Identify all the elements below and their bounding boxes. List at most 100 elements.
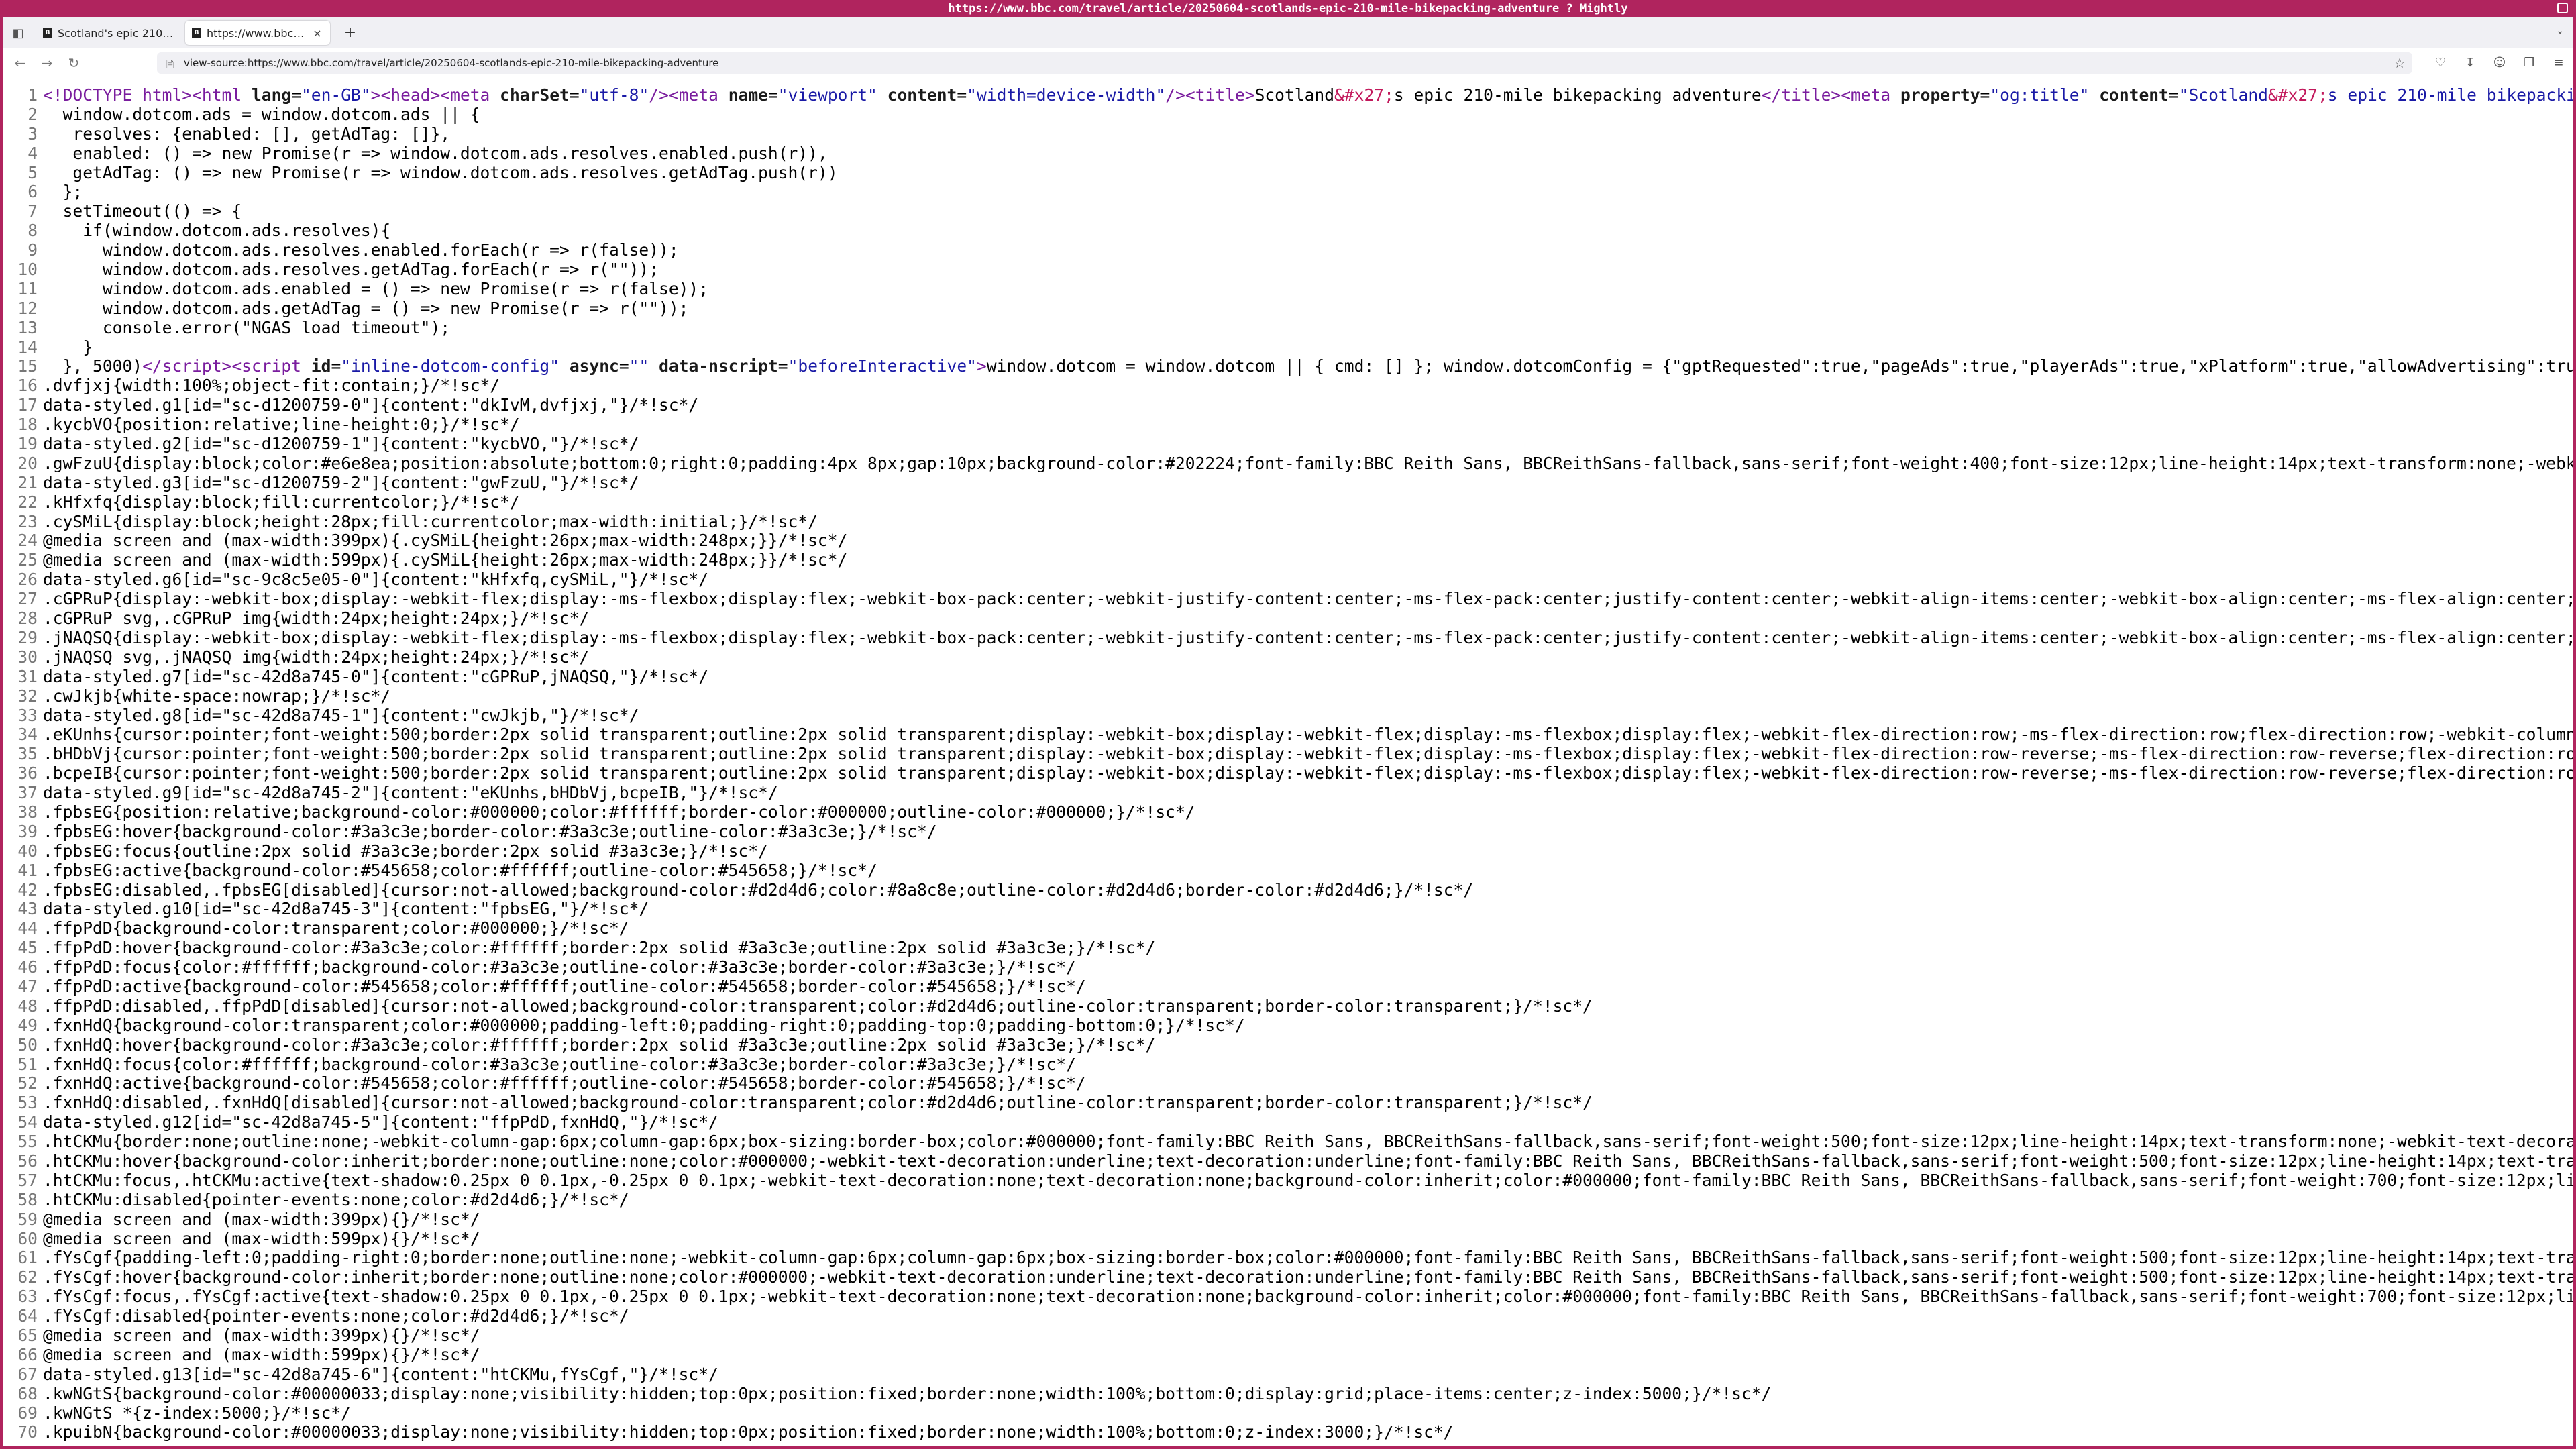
menu-icon[interactable]: ≡ (2549, 54, 2568, 72)
view-source-content[interactable]: 1 <!DOCTYPE html><html lang="en-GB"><head… (3, 86, 2573, 1446)
line-number: 42 (17, 879, 38, 900)
line-number: 57 (17, 1170, 38, 1190)
maximize-icon[interactable] (2557, 3, 2568, 13)
source-line: 38 .fpbsEG{position:relative;background-c… (3, 802, 2573, 822)
line-number: 3 (28, 123, 38, 144)
url-bar[interactable]: 🖹 view-source:https://www.bbc.com/travel… (157, 52, 2412, 74)
line-number: 12 (17, 298, 38, 318)
tab-scotland-article[interactable]: B Scotland's epic 210-mile (36, 21, 181, 45)
source-line: 28 .cGPRuP svg,.cGPRuP img{width:24px;hei… (3, 608, 2573, 629)
line-number: 32 (17, 686, 38, 706)
pocket-icon[interactable]: ♡ (2431, 54, 2450, 72)
source-line: 7 setTimeout(() => { (3, 201, 2573, 221)
window-title: https://www.bbc.com/travel/article/20250… (948, 2, 1628, 15)
source-code-text: if(window.dotcom.ads.resolves){ (43, 221, 391, 241)
source-code-text: setTimeout(() => { (43, 202, 242, 221)
line-number: 70 (17, 1422, 38, 1442)
line-number: 30 (17, 647, 38, 667)
window-titlebar[interactable]: https://www.bbc.com/travel/article/20250… (0, 0, 2576, 17)
source-line: 43 data-styled.g10[id="sc-42d8a745-3"]{co… (3, 900, 2573, 919)
source-line: 50 .fxnHdQ:hover{background-color:#3a3c3e… (3, 1035, 2573, 1055)
source-line: 9 window.dotcom.ads.resolves.enabled.for… (3, 240, 2573, 260)
source-line: 54 data-styled.g12[id="sc-42d8a745-5"]{co… (3, 1112, 2573, 1132)
line-number: 35 (17, 744, 38, 764)
reload-icon[interactable]: ↻ (64, 54, 83, 72)
source-code-text: getAdTag: () => new Promise(r => window.… (43, 163, 838, 182)
source-code-text: .kycbVO{position:relative;line-height:0;… (43, 415, 520, 435)
source-line: 69 .kwNGtS *{z-index:5000;}/*!sc*/ (3, 1403, 2573, 1424)
source-code-text: resolves: {enabled: [], getAdTag: []}, (43, 124, 451, 144)
close-icon[interactable]: × (311, 27, 323, 40)
source-code-text: .bcpeIB{cursor:pointer;font-weight:500;b… (43, 764, 2573, 784)
line-number: 55 (17, 1132, 38, 1152)
source-code-text: }; (43, 182, 83, 202)
line-number: 18 (17, 415, 38, 435)
source-line: 64 .fYsCgf:disabled{pointer-events:none;c… (3, 1306, 2573, 1326)
source-code-text: @media screen and (max-width:599px){.cyS… (43, 551, 848, 570)
window-controls (2557, 3, 2568, 13)
line-number: 61 (17, 1248, 38, 1268)
source-code-text: .fxnHdQ:active{background-color:#545658;… (43, 1074, 1086, 1093)
chevron-down-icon[interactable]: ⌄ (2556, 25, 2564, 36)
line-number: 62 (17, 1267, 38, 1287)
bookmark-star-icon[interactable]: ☆ (2394, 55, 2406, 71)
line-number: 5 (28, 162, 38, 182)
source-line: 25 @media screen and (max-width:599px){.c… (3, 550, 2573, 570)
line-number: 26 (17, 570, 38, 590)
source-line: 8 if(window.dotcom.ads.resolves){ (3, 221, 2573, 241)
line-number: 19 (17, 434, 38, 454)
source-code-text: .fYsCgf:hover{background-color:inherit;b… (43, 1268, 2573, 1287)
back-icon[interactable]: ← (11, 54, 30, 72)
source-code-text: @media screen and (max-width:399px){}/*!… (43, 1326, 480, 1345)
source-code-text: .ffpPdD:focus{color:#ffffff;background-c… (43, 958, 1076, 977)
bbc-favicon-icon: B (192, 28, 201, 38)
source-code-text: .ffpPdD:active{background-color:#545658;… (43, 977, 1086, 996)
line-number: 24 (17, 531, 38, 551)
source-line: 3 resolves: {enabled: [], getAdTag: []}, (3, 123, 2573, 144)
line-number: 33 (17, 705, 38, 725)
source-line: 35 .bHDbVj{cursor:pointer;font-weight:500… (3, 744, 2573, 764)
line-number: 6 (28, 182, 38, 202)
source-line: 16 .dvfjxj{width:100%;object-fit:contain;… (3, 376, 2573, 396)
line-number: 69 (17, 1403, 38, 1423)
line-number: 2 (28, 104, 38, 124)
account-icon[interactable]: ☺ (2490, 54, 2509, 72)
source-code-text: .kwNGtS{background-color:#00000033;displ… (43, 1384, 1772, 1403)
source-code-text: .htCKMu:disabled{pointer-events:none;col… (43, 1190, 629, 1210)
source-code-text: .fxnHdQ:focus{color:#ffffff;background-c… (43, 1055, 1076, 1074)
source-code-text: window.dotcom.ads.enabled = () => new Pr… (43, 279, 709, 299)
sidebar-toggle-icon[interactable]: ◧ (8, 23, 28, 42)
line-number: 23 (17, 511, 38, 531)
source-line: 18 .kycbVO{position:relative;line-height:… (3, 415, 2573, 435)
source-code-text: .fpbsEG:hover{background-color:#3a3c3e;b… (43, 822, 937, 841)
source-line: 36 .bcpeIB{cursor:pointer;font-weight:500… (3, 763, 2573, 784)
source-code-text: .fYsCgf{padding-left:0;padding-right:0;b… (43, 1248, 2573, 1268)
line-number: 53 (17, 1093, 38, 1113)
source-code-text: data-styled.g2[id="sc-d1200759-1"]{conte… (43, 435, 639, 454)
tab-view-source[interactable]: B https://www.bbc.com/travel/ × (185, 21, 330, 45)
line-number: 66 (17, 1344, 38, 1364)
source-line: 13 console.error("NGAS load timeout"); (3, 318, 2573, 338)
source-line: 1 <!DOCTYPE html><html lang="en-GB"><head… (3, 86, 2573, 105)
line-number: 16 (17, 376, 38, 396)
source-line: 6 }; (3, 182, 2573, 202)
url-text[interactable]: view-source:https://www.bbc.com/travel/a… (184, 57, 718, 69)
page-info-icon[interactable]: 🖹 (166, 58, 174, 74)
source-code-text: .htCKMu:hover{background-color:inherit;b… (43, 1151, 2573, 1171)
source-code-text: data-styled.g7[id="sc-42d8a745-0"]{conte… (43, 667, 709, 686)
line-number: 43 (17, 899, 38, 919)
line-number: 8 (28, 221, 38, 241)
source-code-text: .fYsCgf:disabled{pointer-events:none;col… (43, 1307, 629, 1326)
source-code-text: data-styled.g13[id="sc-42d8a745-6"]{cont… (43, 1364, 718, 1384)
source-code-text: enabled: () => new Promise(r => window.d… (43, 144, 828, 163)
source-code-text: window.dotcom.ads.getAdTag = () => new P… (43, 299, 689, 318)
source-code-text: .cGPRuP{display:-webkit-box;display:-web… (43, 590, 2573, 609)
source-line: 39 .fpbsEG:hover{background-color:#3a3c3e… (3, 822, 2573, 842)
forward-icon[interactable]: → (38, 54, 56, 72)
line-number: 9 (28, 240, 38, 260)
source-line: 5 getAdTag: () => new Promise(r => windo… (3, 162, 2573, 183)
extensions-icon[interactable]: ❐ (2520, 54, 2538, 72)
source-code-text: .ffpPdD{background-color:transparent;col… (43, 919, 629, 938)
new-tab-icon[interactable]: + (341, 23, 360, 42)
downloads-icon[interactable]: ↧ (2461, 54, 2479, 72)
